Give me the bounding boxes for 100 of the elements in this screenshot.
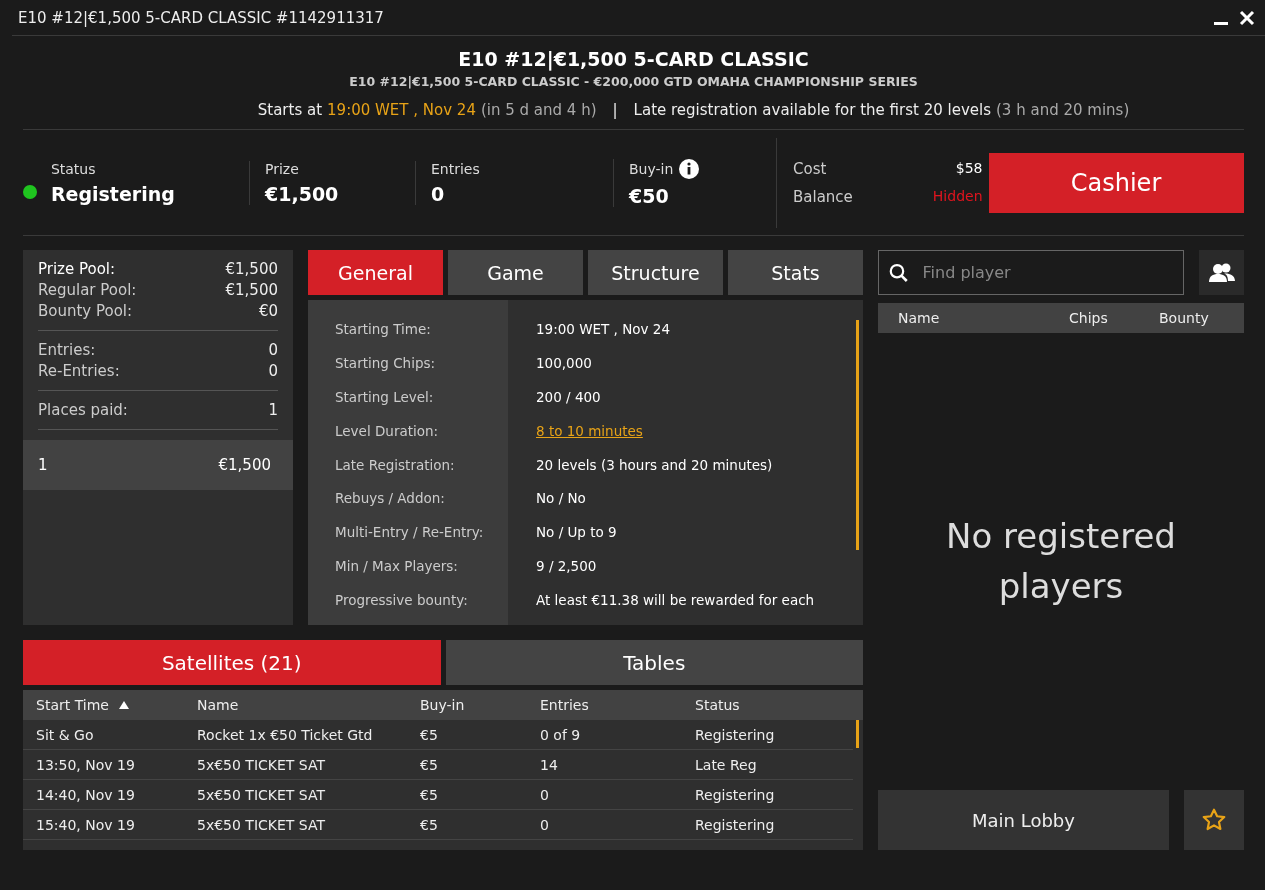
table-cell-text: 5x€50 TICKET SAT <box>197 816 327 833</box>
prize-label: Entries: <box>38 341 96 359</box>
table-cell-text: 0 <box>540 786 550 803</box>
start-countdown: (in 5 d and 4 h) <box>480 101 597 119</box>
info-tab[interactable]: Stats <box>728 250 863 295</box>
balance-value: Hidden <box>932 187 983 206</box>
prize-value: 0 <box>268 362 278 380</box>
column-header[interactable]: Chips <box>1069 310 1159 326</box>
table-cell-text: Sit & Go <box>36 726 95 743</box>
table-cell-text: 0 <box>540 816 550 833</box>
table-cell-text: 0 of 9 <box>540 726 582 743</box>
detail-label: Multi-Entry / Re-Entry: <box>335 523 485 543</box>
info-icon[interactable] <box>679 158 700 179</box>
main-lobby-button[interactable]: Main Lobby <box>878 790 1169 850</box>
late-registration-text: Late registration available for the first 20 levels <box>633 101 991 119</box>
table-cell-text: Registering <box>695 726 776 743</box>
favorite-button[interactable] <box>1184 790 1244 850</box>
close-icon[interactable] <box>1239 9 1255 26</box>
table-cell-text: 14:40, Nov 19 <box>36 786 136 803</box>
detail-value: No / No <box>536 489 587 509</box>
stat-label: Entries <box>431 160 480 177</box>
payout-amount: €1,500 <box>218 456 271 474</box>
window-title: E10 #12|€1,500 5-CARD CLASSIC #1142911317 <box>18 8 384 27</box>
section-tab[interactable]: Satellites (21) <box>23 640 441 685</box>
info-tab[interactable]: Game <box>448 250 583 295</box>
people-icon <box>1208 262 1235 283</box>
stat-value: €1,500 <box>265 182 340 205</box>
starts-label: Starts at <box>257 101 323 119</box>
prize-label: Places paid: <box>38 401 128 419</box>
detail-label: Starting Chips: <box>335 353 437 373</box>
detail-label: Starting Time: <box>335 320 432 339</box>
detail-label: Starting Level: <box>335 387 435 407</box>
late-registration-remaining: (3 h and 20 mins) <box>996 101 1130 119</box>
prize-label: Re-Entries: <box>38 362 120 380</box>
prize-value: 0 <box>268 341 278 359</box>
table-cell-text: 5x€50 TICKET SAT <box>197 756 327 773</box>
column-header[interactable]: Bounty <box>1159 310 1244 326</box>
balance-label: Balance <box>793 187 853 206</box>
column-header[interactable]: Status <box>695 696 740 713</box>
detail-value: 100,000 <box>536 353 593 373</box>
tournament-subtitle: E10 #12|€1,500 5-CARD CLASSIC - €200,000 GTD OMAHA CHAMPIONSHIP SERIES <box>349 74 918 89</box>
detail-value: 20 levels (3 hours and 20 minutes) <box>536 455 774 475</box>
cost-value: $58 <box>954 159 983 178</box>
players-button[interactable] <box>1199 250 1244 295</box>
detail-label: Min / Max Players: <box>335 557 459 577</box>
table-cell-text: €5 <box>420 786 439 803</box>
detail-label: Level Duration: <box>335 421 440 441</box>
table-cell-text: Registering <box>695 816 776 833</box>
start-time: 19:00 WET , Nov 24 <box>327 101 476 119</box>
table-cell-text: €5 <box>420 816 439 833</box>
cashier-button[interactable]: Cashier <box>988 152 1244 213</box>
column-header[interactable]: Name <box>197 696 239 713</box>
info-tab[interactable]: General <box>308 250 443 295</box>
section-tab[interactable]: Tables <box>445 640 863 685</box>
table-cell-text: 14 <box>540 756 559 773</box>
prize-value: €1,500 <box>225 281 278 299</box>
detail-label: Late Registration: <box>335 455 456 475</box>
search-field[interactable]: Find player <box>878 250 1184 295</box>
status-value: Registering <box>50 182 176 205</box>
detail-label: Rebuys / Addon: <box>335 489 446 509</box>
prize-value: €0 <box>258 302 278 320</box>
stat-label: Prize <box>265 160 299 177</box>
table-cell-text: Registering <box>695 786 776 803</box>
detail-value: No / Up to 9 <box>536 523 618 543</box>
status-label: Status <box>50 160 97 177</box>
empty-message: No registered players <box>945 515 1177 608</box>
scrollbar-thumb[interactable] <box>856 720 859 748</box>
table-cell-text: €5 <box>420 726 439 743</box>
table-cell-text: €5 <box>420 756 439 773</box>
detail-value: 9 / 2,500 <box>536 557 598 577</box>
stat-value: €50 <box>629 184 670 207</box>
table-cell-text: 15:40, Nov 19 <box>36 816 136 833</box>
detail-value: At least €11.38 will be rewarded for each <box>536 591 816 611</box>
prize-value: 1 <box>268 401 278 419</box>
sort-ascending-icon[interactable] <box>118 700 129 709</box>
search-icon <box>889 261 909 284</box>
info-tab[interactable]: Structure <box>588 250 723 295</box>
table-cell-text: 13:50, Nov 19 <box>36 756 136 773</box>
detail-value: 200 / 400 <box>536 387 602 407</box>
column-header[interactable]: Buy-in <box>420 696 465 713</box>
detail-label: Progressive bounty: <box>335 591 469 611</box>
stat-label: Buy-in <box>629 160 674 177</box>
table-cell-text: Late Reg <box>695 756 758 773</box>
detail-value: 19:00 WET , Nov 24 <box>536 320 671 339</box>
prize-label: Regular Pool: <box>38 281 137 299</box>
detail-link[interactable]: 8 to 10 minutes <box>536 421 863 442</box>
separator-text: | <box>612 101 618 119</box>
prize-value: €1,500 <box>225 260 278 278</box>
scrollbar-thumb[interactable] <box>856 320 859 550</box>
column-header[interactable]: Start Time <box>36 696 109 713</box>
table-cell-text: Rocket 1x €50 Ticket Gtd <box>197 726 374 743</box>
search-field[interactable]: Find player <box>920 262 1173 283</box>
table-cell-text: 5x€50 TICKET SAT <box>197 786 327 803</box>
column-header[interactable]: Name <box>898 310 1069 326</box>
column-header[interactable]: Entries <box>540 696 589 713</box>
stat-value: 0 <box>431 182 446 205</box>
tournament-title: E10 #12|€1,500 5-CARD CLASSIC <box>458 48 809 70</box>
payout-place: 1 <box>38 456 48 474</box>
prize-label: Bounty Pool: <box>38 302 133 320</box>
prize-label: Prize Pool: <box>38 260 116 278</box>
